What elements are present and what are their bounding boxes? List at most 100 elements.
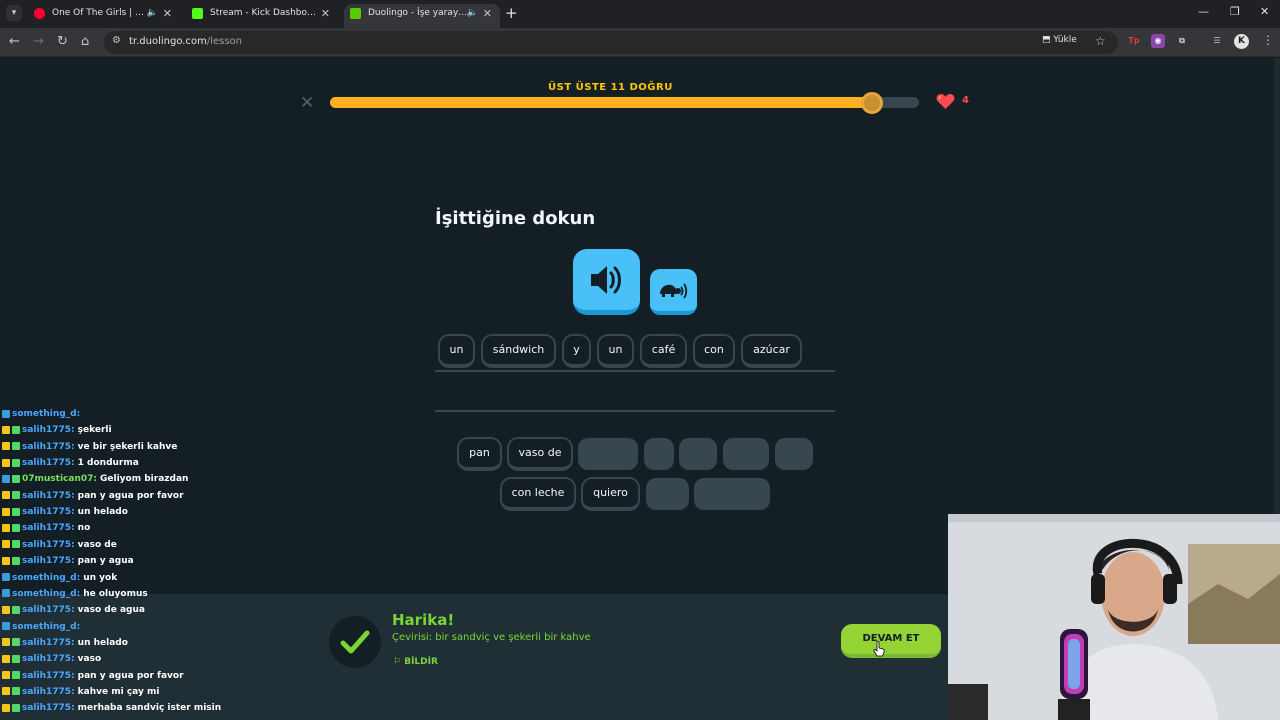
word-bank-used-slot <box>723 438 769 470</box>
vip-badge-icon <box>12 540 20 549</box>
close-window-icon[interactable]: ✕ <box>1260 5 1269 18</box>
answer-word-chip[interactable]: y <box>562 334 591 368</box>
reading-list-icon[interactable]: ☰ <box>1210 34 1224 48</box>
new-tab-icon[interactable]: + <box>505 4 518 22</box>
site-info-icon[interactable]: ⚙ <box>112 35 121 46</box>
answer-word-chip[interactable]: un <box>438 334 475 368</box>
correct-badge <box>329 616 381 668</box>
sub-badge-icon <box>2 573 10 581</box>
tab-youtube[interactable]: One Of The Girls | YouTube 🔈 ✕ <box>28 4 180 28</box>
crown-badge-icon <box>2 523 10 532</box>
chat-message: salih1775: pan y agua por favor <box>2 491 184 507</box>
challenge-prompt: İşittiğine dokun <box>435 208 596 229</box>
answer-word-chip[interactable]: sándwich <box>481 334 556 368</box>
answer-area: un sándwich y un café con azúcar <box>435 334 835 414</box>
chat-text: kahve mi çay mi <box>77 686 160 697</box>
address-bar[interactable]: ⚙ tr.duolingo.com/lesson ⬒ Yükle ☆ <box>104 31 1118 54</box>
vip-badge-icon <box>12 474 20 483</box>
extensions-puzzle-icon[interactable]: ⧉ <box>1175 34 1189 48</box>
chat-text: un helado <box>77 637 128 648</box>
chat-text: ve bir şekerli kahve <box>77 441 178 452</box>
browser-menu-icon[interactable]: ⋮ <box>1262 33 1274 47</box>
chat-username[interactable]: salih1775: <box>22 491 75 501</box>
chat-username[interactable]: salih1775: <box>22 671 75 681</box>
vip-badge-icon <box>12 425 20 434</box>
minimize-icon[interactable]: — <box>1198 5 1209 18</box>
extension-twitch-icon[interactable]: ◉ <box>1151 34 1165 48</box>
reload-icon[interactable]: ↻ <box>57 34 68 49</box>
chat-username[interactable]: salih1775: <box>22 654 75 664</box>
chat-username[interactable]: something_d: <box>12 573 80 583</box>
chat-username[interactable]: salih1775: <box>22 605 75 615</box>
turtle-icon <box>660 283 688 299</box>
chat-username[interactable]: salih1775: <box>22 442 75 452</box>
chat-username[interactable]: salih1775: <box>22 638 75 648</box>
crown-badge-icon <box>2 654 10 663</box>
chat-username[interactable]: something_d: <box>12 622 80 632</box>
play-slow-audio-button[interactable] <box>650 269 697 315</box>
answer-word-chip[interactable]: un <box>597 334 634 368</box>
tab-search-dropdown-icon[interactable]: ▾ <box>6 5 22 21</box>
word-bank-chip[interactable]: vaso de <box>507 437 573 471</box>
chat-username[interactable]: salih1775: <box>22 540 75 550</box>
install-app-button[interactable]: ⬒ Yükle <box>1042 35 1077 45</box>
answer-line <box>435 410 835 412</box>
webcam-overlay <box>948 514 1280 720</box>
profile-avatar[interactable]: K <box>1234 34 1249 49</box>
word-bank-used-slot <box>646 478 689 510</box>
youtube-favicon-icon <box>34 8 45 19</box>
vip-badge-icon <box>12 556 20 565</box>
audio-playing-icon[interactable]: 🔈 <box>467 4 478 23</box>
forward-icon[interactable]: → <box>33 34 44 49</box>
home-icon[interactable]: ⌂ <box>81 34 89 49</box>
chat-username[interactable]: salih1775: <box>22 458 75 468</box>
close-lesson-icon[interactable]: ✕ <box>300 93 314 113</box>
close-tab-icon[interactable]: ✕ <box>483 4 492 23</box>
chat-username[interactable]: salih1775: <box>22 507 75 517</box>
answer-word-chip[interactable]: con <box>693 334 735 368</box>
vip-badge-icon <box>12 687 20 696</box>
word-bank-used-slot <box>679 438 717 470</box>
chat-username[interactable]: salih1775: <box>22 523 75 533</box>
restore-icon[interactable]: ❐ <box>1230 5 1240 18</box>
chat-username[interactable]: something_d: <box>12 409 80 419</box>
vip-badge-icon <box>12 638 20 647</box>
streamer-webcam-image <box>948 514 1280 720</box>
progress-fill <box>330 97 872 108</box>
answer-word-chip[interactable]: azúcar <box>741 334 802 368</box>
chat-username[interactable]: salih1775: <box>22 556 75 566</box>
report-button[interactable]: ⚐ BİLDİR <box>393 657 438 667</box>
word-bank-chip[interactable]: con leche <box>500 477 576 511</box>
chat-message: salih1775: şekerli <box>2 425 112 441</box>
word-bank-chip[interactable]: pan <box>457 437 502 471</box>
chat-text: Geliyom birazdan <box>100 474 189 485</box>
answer-line <box>435 370 835 372</box>
crown-badge-icon <box>2 556 10 565</box>
chat-username[interactable]: salih1775: <box>22 425 75 435</box>
chat-username[interactable]: 07mustican07: <box>22 474 97 484</box>
chat-message: salih1775: vaso <box>2 654 101 670</box>
vip-badge-icon <box>12 654 20 663</box>
tab-duolingo[interactable]: Duolingo - İşe yarayan deneme 🔈 ✕ <box>344 4 500 28</box>
audio-playing-icon[interactable]: 🔈 <box>147 4 158 23</box>
tab-title: Stream - Kick Dashboard <box>210 8 320 18</box>
continue-button[interactable]: DEVAM ET <box>841 624 941 658</box>
chat-username[interactable]: salih1775: <box>22 687 75 697</box>
play-audio-button[interactable] <box>573 249 640 315</box>
tab-kick-dashboard[interactable]: Stream - Kick Dashboard ✕ <box>186 4 338 28</box>
chat-text: vaso <box>77 654 102 665</box>
word-bank-chip[interactable]: quiero <box>581 477 640 511</box>
bookmark-star-icon[interactable]: ☆ <box>1095 34 1106 48</box>
close-tab-icon[interactable]: ✕ <box>163 4 172 23</box>
chat-text: pan y agua <box>77 556 134 567</box>
chat-username[interactable]: salih1775: <box>22 703 75 713</box>
answer-word-chip[interactable]: café <box>640 334 687 368</box>
hearts-count: 4 <box>962 95 969 106</box>
chat-username[interactable]: something_d: <box>12 589 80 599</box>
chat-message: something_d: he oluyomus <box>2 589 148 605</box>
kick-favicon-icon <box>192 8 203 19</box>
back-icon[interactable]: ← <box>9 34 20 49</box>
close-tab-icon[interactable]: ✕ <box>321 4 330 23</box>
vip-badge-icon <box>12 605 20 614</box>
extension-tp-icon[interactable]: Tp <box>1127 34 1141 48</box>
